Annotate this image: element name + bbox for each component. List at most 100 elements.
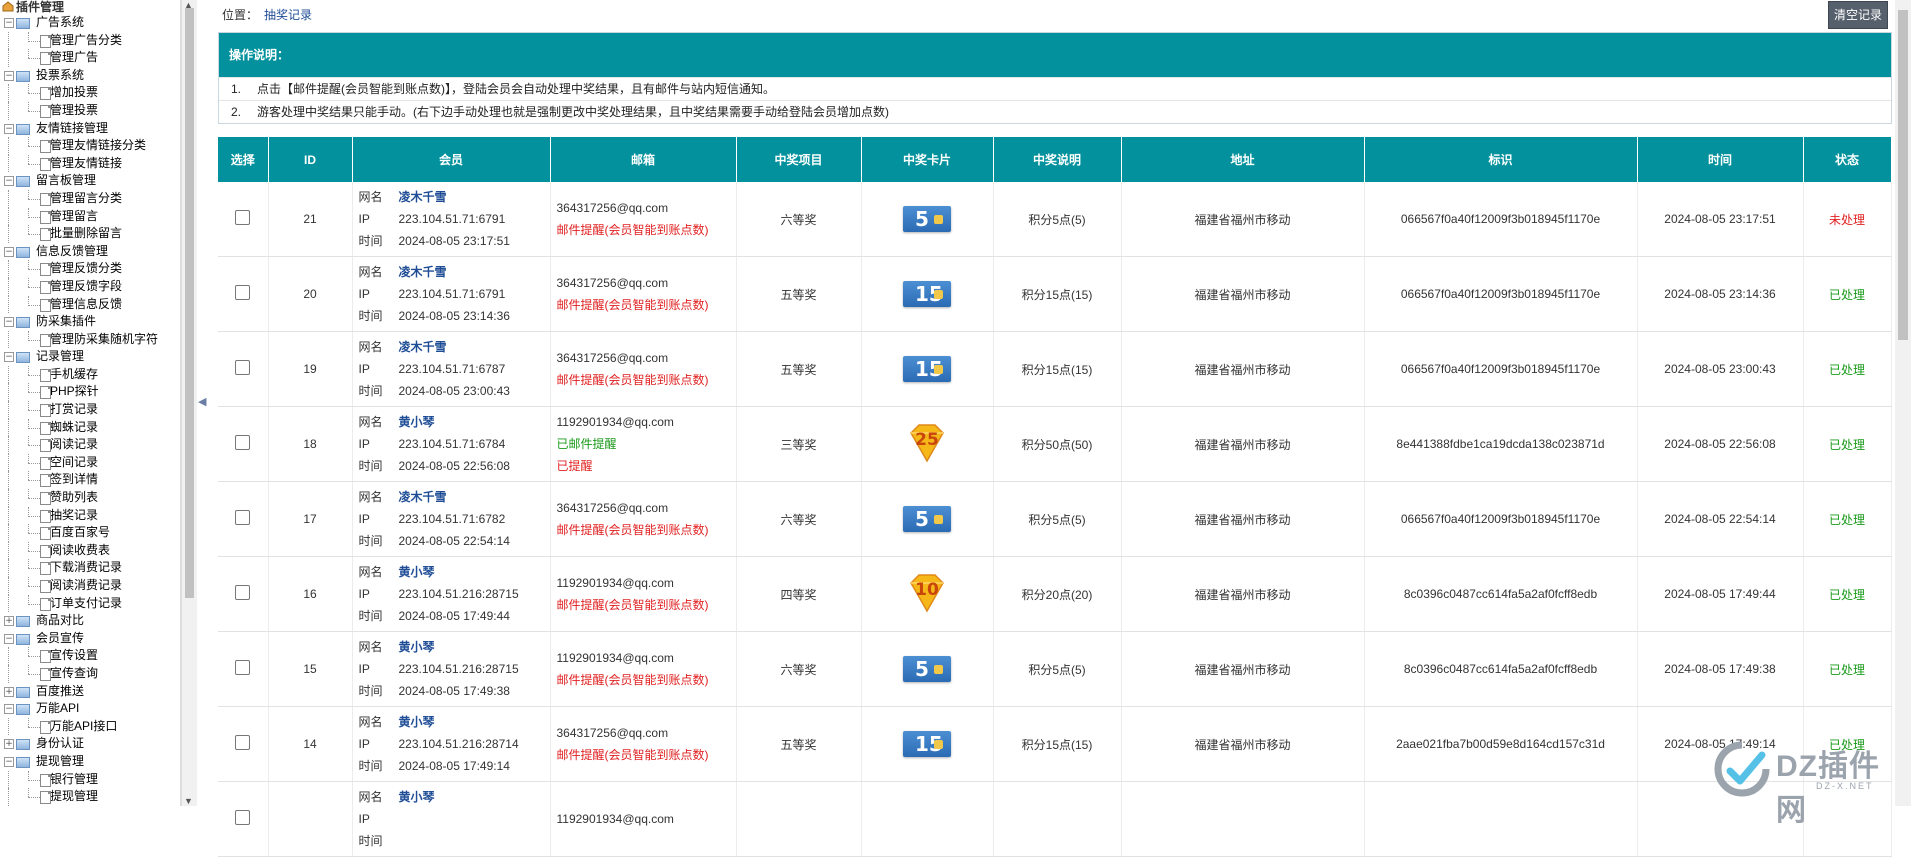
tree-leaf-label[interactable]: 空间记录 <box>50 455 98 469</box>
collapse-icon[interactable]: − <box>4 18 14 28</box>
row-checkbox[interactable] <box>235 285 251 300</box>
tree-leaf-label[interactable]: 管理友情链接分类 <box>50 138 146 152</box>
expand-icon[interactable]: + <box>4 686 14 697</box>
row-checkbox[interactable] <box>235 435 251 450</box>
tree-leaf[interactable]: 阅读记录 <box>0 436 180 454</box>
collapse-icon[interactable]: − <box>4 123 14 134</box>
tree-leaf-label[interactable]: 手机缓存 <box>50 367 98 381</box>
email-remind-link[interactable]: 邮件提醒(会员智能到账点数) <box>557 519 736 541</box>
tree-leaf[interactable]: 阅读消费记录 <box>0 577 180 595</box>
tree-category[interactable]: + 百度推送 <box>0 683 180 701</box>
tree-leaf-label[interactable]: 蜘蛛记录 <box>50 420 98 434</box>
email-remind-link[interactable]: 邮件提醒(会员智能到账点数) <box>557 594 736 616</box>
tree-leaf[interactable]: 银行管理 <box>0 770 180 789</box>
scroll-down-arrow-icon[interactable]: ▼ <box>184 796 193 806</box>
email-remind-link[interactable]: 邮件提醒(会员智能到账点数) <box>557 669 736 691</box>
tree-leaf[interactable]: 管理友情链接 <box>0 154 180 173</box>
tree-leaf[interactable]: 管理信息反馈 <box>0 295 180 314</box>
tree-leaf[interactable]: 管理投票 <box>0 101 180 120</box>
member-name-link[interactable]: 黄小琴 <box>399 790 435 804</box>
collapse-icon[interactable]: − <box>4 70 14 81</box>
collapse-icon[interactable]: − <box>4 756 14 767</box>
collapse-icon[interactable]: − <box>4 317 14 328</box>
collapse-icon[interactable]: − <box>4 176 14 187</box>
tree-leaf[interactable]: PHP探针 <box>0 383 180 402</box>
tree-category-label[interactable]: 提现管理 <box>36 754 84 768</box>
tree-leaf-label[interactable]: 管理投票 <box>50 103 98 117</box>
tree-leaf-label[interactable]: 宣传查询 <box>50 666 98 680</box>
tree-leaf-label[interactable]: 管理信息反馈 <box>50 297 122 311</box>
tree-leaf[interactable]: 下载消费记录 <box>0 559 180 577</box>
email-remind-link[interactable]: 邮件提醒(会员智能到账点数) <box>557 369 736 391</box>
tree-scroll-thumb[interactable] <box>185 8 194 598</box>
tree-category-label[interactable]: 百度推送 <box>36 684 84 698</box>
tree-category-label[interactable]: 广告系统 <box>36 15 84 29</box>
tree-category-label[interactable]: 防采集插件 <box>36 314 96 328</box>
tree-leaf-label[interactable]: 百度百家号 <box>50 525 110 539</box>
tree-category[interactable]: − 友情链接管理 <box>0 120 180 138</box>
tree-category[interactable]: − 投票系统 <box>0 67 180 85</box>
expand-icon[interactable]: + <box>4 739 14 750</box>
tree-leaf[interactable]: 管理留言分类 <box>0 189 180 208</box>
tree-leaf[interactable]: 阅读收费表 <box>0 541 180 560</box>
tree-category[interactable]: − 提现管理 <box>0 753 180 771</box>
tree-leaf[interactable]: 打赏记录 <box>0 401 180 419</box>
clear-records-button[interactable]: 清空记录 <box>1828 1 1888 29</box>
main-scroll-thumb[interactable] <box>1898 10 1908 340</box>
breadcrumb-current[interactable]: 抽奖记录 <box>264 8 312 22</box>
tree-leaf[interactable]: 宣传查询 <box>0 664 180 683</box>
tree-leaf[interactable]: 管理反馈字段 <box>0 277 180 296</box>
member-name-link[interactable]: 凌木千雪 <box>399 340 447 354</box>
tree-category-label[interactable]: 记录管理 <box>36 349 84 363</box>
tree-leaf[interactable]: 增加投票 <box>0 84 180 102</box>
expand-icon[interactable]: + <box>4 616 14 627</box>
tree-category-label[interactable]: 友情链接管理 <box>36 121 108 135</box>
tree-leaf[interactable]: 宣传设置 <box>0 647 180 665</box>
tree-category[interactable]: − 广告系统 <box>0 14 180 32</box>
tree-leaf[interactable]: 手机缓存 <box>0 365 180 384</box>
tree-category[interactable]: − 万能API <box>0 700 180 718</box>
tree-leaf-label[interactable]: 管理广告分类 <box>50 33 122 47</box>
tree-leaf-label[interactable]: 银行管理 <box>50 772 98 786</box>
collapse-icon[interactable]: − <box>4 704 14 715</box>
tree-leaf[interactable]: 管理留言 <box>0 207 180 226</box>
row-checkbox[interactable] <box>235 210 251 225</box>
member-name-link[interactable]: 黄小琴 <box>399 715 435 729</box>
email-remind-link[interactable]: 邮件提醒(会员智能到账点数) <box>557 219 736 241</box>
email-remind-link[interactable]: 邮件提醒(会员智能到账点数) <box>557 744 736 766</box>
tree-leaf-label[interactable]: 管理留言分类 <box>50 191 122 205</box>
tree-leaf-label[interactable]: 宣传设置 <box>50 648 98 662</box>
main-scrollbar[interactable] <box>1895 0 1911 806</box>
tree-root[interactable]: 插件管理 <box>0 0 180 14</box>
tree-leaf-label[interactable]: 管理反馈字段 <box>50 279 122 293</box>
tree-leaf[interactable]: 提现管理 <box>0 788 180 806</box>
tree-leaf[interactable]: 赞助列表 <box>0 489 180 507</box>
row-checkbox[interactable] <box>235 585 251 600</box>
tree-category-label[interactable]: 留言板管理 <box>36 173 96 187</box>
member-name-link[interactable]: 黄小琴 <box>399 415 435 429</box>
tree-leaf-label[interactable]: 增加投票 <box>50 85 98 99</box>
tree-category-label[interactable]: 身份认证 <box>36 736 84 750</box>
member-name-link[interactable]: 黄小琴 <box>399 640 435 654</box>
tree-leaf-label[interactable]: 管理反馈分类 <box>50 261 122 275</box>
member-name-link[interactable]: 凌木千雪 <box>399 490 447 504</box>
tree-leaf[interactable]: 批量删除留言 <box>0 225 180 243</box>
member-name-link[interactable]: 黄小琴 <box>399 565 435 579</box>
tree-leaf[interactable]: 订单支付记录 <box>0 594 180 613</box>
member-name-link[interactable]: 凌木千雪 <box>399 190 447 204</box>
row-checkbox[interactable] <box>235 510 251 525</box>
tree-leaf-label[interactable]: 阅读记录 <box>50 437 98 451</box>
tree-category[interactable]: + 身份认证 <box>0 735 180 753</box>
tree-leaf[interactable]: 抽奖记录 <box>0 506 180 525</box>
tree-leaf-label[interactable]: 订单支付记录 <box>50 596 122 610</box>
tree-leaf[interactable]: 签到详情 <box>0 471 180 490</box>
collapse-icon[interactable]: − <box>4 246 14 257</box>
tree-category-label[interactable]: 信息反馈管理 <box>36 244 108 258</box>
tree-category[interactable]: − 会员宣传 <box>0 630 180 648</box>
row-checkbox[interactable] <box>235 660 251 675</box>
tree-scrollbar[interactable]: ▲ ▼ <box>181 0 197 806</box>
tree-leaf[interactable]: 管理广告分类 <box>0 31 180 50</box>
col-header-id[interactable]: ID <box>268 137 353 182</box>
tree-leaf-label[interactable]: PHP探针 <box>50 384 99 398</box>
tree-category-label[interactable]: 会员宣传 <box>36 631 84 645</box>
